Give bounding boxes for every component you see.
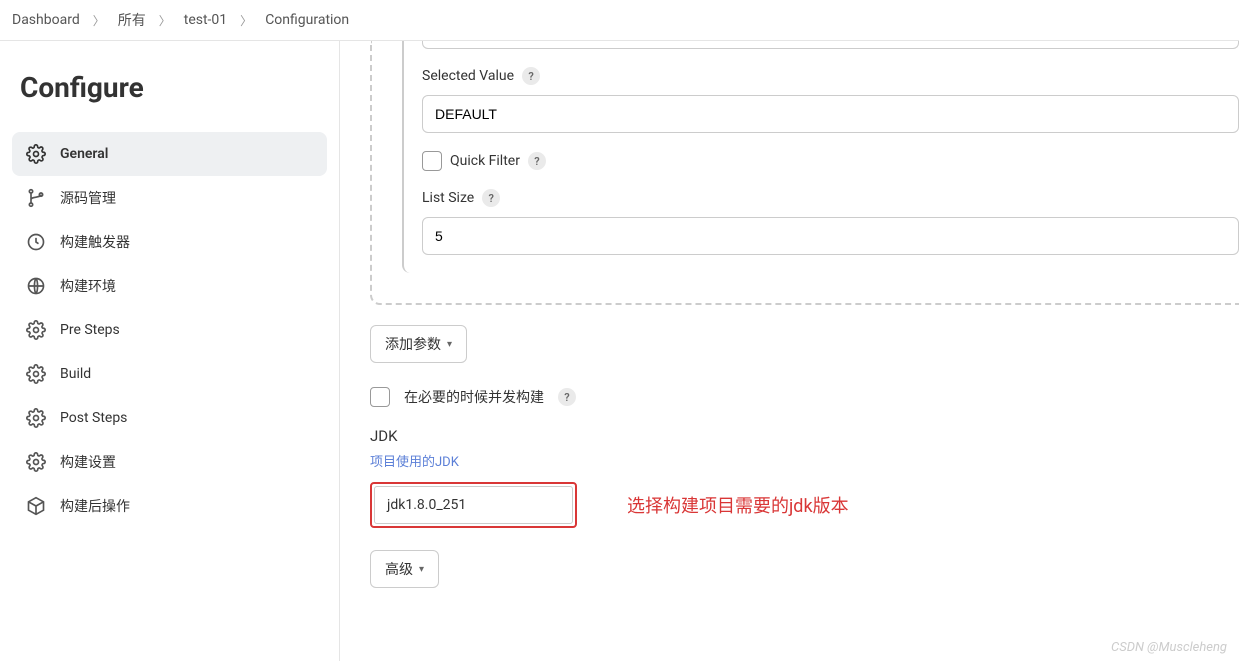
sidebar-item-label: 构建后操作 <box>60 496 130 516</box>
help-icon[interactable]: ? <box>482 189 500 207</box>
selected-value-input[interactable] <box>422 95 1239 133</box>
quick-filter-label: Quick Filter <box>450 153 520 169</box>
chevron-right-icon: 〉 <box>154 12 176 29</box>
add-parameter-label: 添加参数 <box>385 334 441 354</box>
parameter-group: Selected Value ? Quick Filter ? List Siz… <box>370 41 1239 305</box>
breadcrumb-dashboard[interactable]: Dashboard <box>8 12 84 28</box>
chevron-right-icon: 〉 <box>235 12 257 29</box>
sidebar-item-label: Build <box>60 366 91 382</box>
breadcrumb-all[interactable]: 所有 <box>114 10 150 30</box>
annotation-text: 选择构建项目需要的jdk版本 <box>627 492 849 518</box>
advanced-label: 高级 <box>385 559 413 579</box>
quick-filter-checkbox[interactable] <box>422 151 442 171</box>
sidebar-item-general[interactable]: General <box>12 132 327 176</box>
page-title: Configure <box>20 71 319 104</box>
main-content: Selected Value ? Quick Filter ? List Siz… <box>340 41 1239 661</box>
branch-icon <box>26 188 46 208</box>
jdk-select[interactable]: jdk1.8.0_251 <box>374 486 573 524</box>
sidebar-item-label: 构建环境 <box>60 276 116 296</box>
chevron-right-icon: 〉 <box>88 12 110 29</box>
sidebar-item-label: Post Steps <box>60 410 127 426</box>
list-size-label: List Size <box>422 190 474 206</box>
clock-icon <box>26 232 46 252</box>
partial-input-bottom <box>422 41 1239 49</box>
sidebar-item-triggers[interactable]: 构建触发器 <box>12 220 327 264</box>
chevron-down-icon: ▾ <box>419 564 424 575</box>
watermark: CSDN @Muscleheng <box>1111 640 1227 655</box>
gear-icon <box>26 408 46 428</box>
sidebar-item-build-settings[interactable]: 构建设置 <box>12 440 327 484</box>
breadcrumb: Dashboard 〉 所有 〉 test-01 〉 Configuration <box>0 0 1239 41</box>
jdk-sublabel: 项目使用的JDK <box>370 451 1239 470</box>
chevron-down-icon: ▾ <box>447 339 452 350</box>
sidebar-item-label: 源码管理 <box>60 188 116 208</box>
globe-icon <box>26 276 46 296</box>
parameter-nested-group: Selected Value ? Quick Filter ? List Siz… <box>402 41 1239 273</box>
help-icon[interactable]: ? <box>522 67 540 85</box>
jdk-label: JDK <box>370 427 1239 445</box>
gear-icon <box>26 320 46 340</box>
help-icon[interactable]: ? <box>528 152 546 170</box>
gear-icon <box>26 364 46 384</box>
package-icon <box>26 496 46 516</box>
concurrent-build-label: 在必要的时候并发构建 <box>404 387 544 407</box>
help-icon[interactable]: ? <box>558 388 576 406</box>
sidebar-item-env[interactable]: 构建环境 <box>12 264 327 308</box>
sidebar-item-label: Pre Steps <box>60 322 120 338</box>
sidebar-item-post-steps[interactable]: Post Steps <box>12 396 327 440</box>
concurrent-build-checkbox[interactable] <box>370 387 390 407</box>
add-parameter-button[interactable]: 添加参数 ▾ <box>370 325 467 363</box>
jdk-select-highlight: jdk1.8.0_251 <box>370 482 577 528</box>
selected-value-label: Selected Value <box>422 68 514 84</box>
gear-icon <box>26 452 46 472</box>
sidebar-item-label: General <box>60 146 108 162</box>
sidebar-item-label: 构建触发器 <box>60 232 130 252</box>
sidebar-item-post-build[interactable]: 构建后操作 <box>12 484 327 528</box>
gear-icon <box>26 144 46 164</box>
sidebar-item-label: 构建设置 <box>60 452 116 472</box>
list-size-input[interactable] <box>422 217 1239 255</box>
sidebar-item-pre-steps[interactable]: Pre Steps <box>12 308 327 352</box>
sidebar: Configure General 源码管理 构建触发器 构建环境 <box>0 41 340 661</box>
breadcrumb-project[interactable]: test-01 <box>180 12 231 28</box>
sidebar-item-scm[interactable]: 源码管理 <box>12 176 327 220</box>
breadcrumb-configuration[interactable]: Configuration <box>261 12 353 28</box>
sidebar-item-build[interactable]: Build <box>12 352 327 396</box>
advanced-button[interactable]: 高级 ▾ <box>370 550 439 588</box>
